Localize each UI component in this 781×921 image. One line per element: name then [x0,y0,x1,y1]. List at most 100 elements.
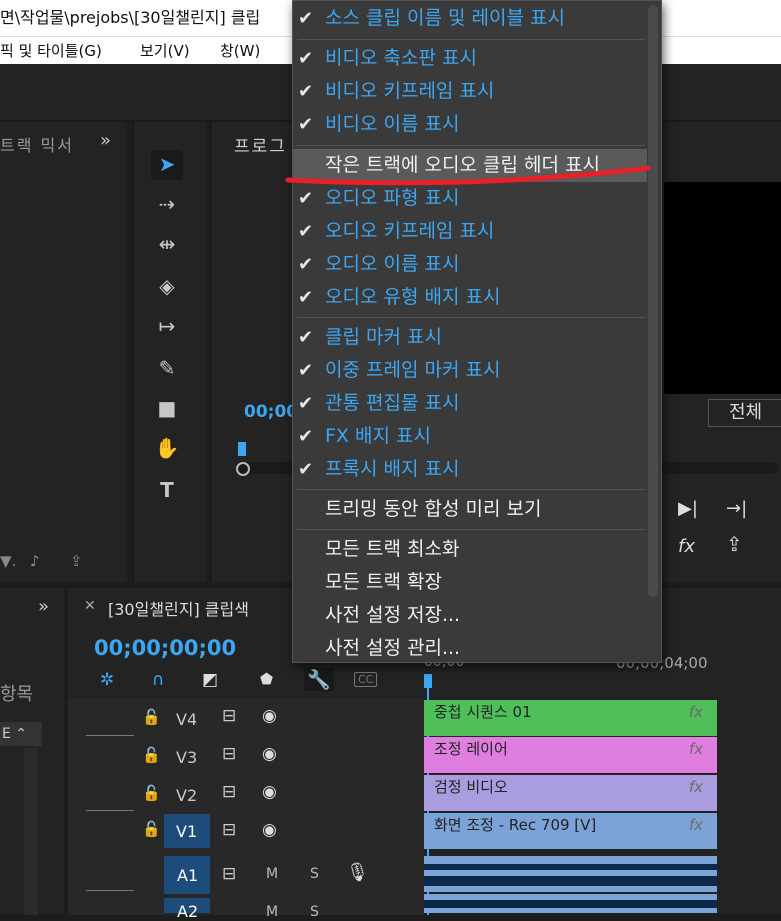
captions-icon[interactable]: CC [354,672,378,687]
menu-item-show-audio-names[interactable]: ✔ 오디오 이름 표시 [293,248,647,281]
add-marker-icon[interactable]: ⬟ [260,670,273,688]
menu-item-show-audio-keyframes[interactable]: ✔ 오디오 키프레임 표시 [293,215,647,248]
music-icon[interactable]: ♪ [30,552,40,570]
toggle-sync-icon[interactable]: ⊟ [222,706,236,726]
clip-nested-sequence[interactable]: 중첩 시퀀스 01 fx [424,700,717,736]
hand-tool-icon[interactable]: ✋ [151,434,183,464]
timeline-playhead[interactable] [424,674,432,688]
mute-button[interactable]: M [266,904,278,920]
project-expand-icon[interactable]: » [38,596,49,617]
wrench-settings-icon[interactable]: 🔧 [304,668,334,691]
rectangle-tool-icon[interactable]: ■ [151,394,183,424]
linked-selection-icon[interactable]: ◩ [202,670,218,690]
menu-separator [297,529,645,530]
clip-adjustment-layer[interactable]: 조정 레이어 fx [424,737,717,773]
ripple-edit-tool-icon[interactable]: ⇹ [151,230,183,260]
track-label-a1: A1 [177,866,199,885]
slip-tool-icon[interactable]: ↦ [151,312,183,342]
lock-icon[interactable]: 🔓 [142,784,161,802]
timeline-timecode[interactable]: 00;00;00;00 [94,636,236,660]
step-forward-icon[interactable]: ▶| [678,498,698,519]
scroll-handle[interactable] [236,462,250,476]
lock-icon[interactable]: 🔓 [142,820,161,838]
menu-item-label: 비디오 키프레임 표시 [325,80,495,102]
toggle-sync-icon[interactable]: ⊟ [222,864,236,884]
sequence-tab[interactable]: [30일챌린지] 클립색 [108,596,249,620]
program-playhead[interactable] [238,442,246,456]
program-timecode[interactable]: 00;00 [244,402,298,422]
solo-button[interactable]: S [310,866,319,882]
mute-button[interactable]: M [266,866,278,882]
menu-item-show-clip-markers[interactable]: ✔ 클립 마커 표시 [293,321,647,354]
menu-item-show-video-thumbnails[interactable]: ✔ 비디오 축소판 표시 [293,42,647,75]
menu-item-label: 모든 트랙 최소화 [325,538,460,560]
timeline-display-settings-menu: ✔ 소스 클립 이름 및 레이블 표시 ✔ 비디오 축소판 표시 ✔ 비디오 키프레임… [292,0,662,663]
eye-icon[interactable]: ◉ [262,820,277,840]
audio-waveform [424,876,717,886]
menu-item-label: 사전 설정 관리... [325,637,461,659]
menu-item-show-audio-type-badges[interactable]: ✔ 오디오 유형 배지 표시 [293,281,647,314]
razor-tool-icon[interactable]: ◈ [151,272,183,302]
menu-item-expand-all-tracks[interactable]: 모든 트랙 확장 [293,566,647,599]
menu-item-show-source-clip-names[interactable]: ✔ 소스 클립 이름 및 레이블 표시 [293,2,647,35]
audio-waveform [424,900,717,908]
clip-bars-and-tone-video[interactable]: 화면 조정 - Rec 709 [V] fx [424,813,717,849]
eye-icon[interactable]: ◉ [262,782,277,802]
pen-tool-icon[interactable]: ✎ [151,354,183,384]
sort-header[interactable]: E ⌃ [0,722,42,746]
track-label-v4: V4 [176,710,198,729]
project-scrollbar[interactable] [24,748,38,915]
menu-item-show-video-names[interactable]: ✔ 비디오 이름 표시 [293,108,647,141]
eye-icon[interactable]: ◉ [262,744,277,764]
program-panel-title: 프로그 [234,137,287,157]
track-label-a2: A2 [177,902,199,921]
track-divider [86,735,134,736]
clip-audio-a2[interactable] [424,894,717,913]
track-select-tool-icon[interactable]: ⇢ [151,190,183,220]
close-tab-icon[interactable]: ✕ [84,598,96,614]
menu-window[interactable]: 창(W) [220,37,260,65]
menu-item-label: 클립 마커 표시 [325,326,442,348]
menu-item-show-video-keyframes[interactable]: ✔ 비디오 키프레임 표시 [293,75,647,108]
menu-item-save-preset[interactable]: 사전 설정 저장... [293,599,647,632]
eye-icon[interactable]: ◉ [262,706,277,726]
menu-item-show-duplicate-frame-markers[interactable]: ✔ 이중 프레임 마커 표시 [293,354,647,387]
menu-item-show-proxy-badges[interactable]: ✔ 프록시 배지 표시 [293,453,647,486]
microphone-icon[interactable]: 🎙 [346,862,369,883]
menu-item-label: 비디오 이름 표시 [325,113,460,135]
solo-button[interactable]: S [310,904,319,920]
snap-icon[interactable]: ✲ [100,670,114,690]
toggle-sync-icon[interactable]: ⊟ [222,744,236,764]
lock-icon[interactable]: 🔓 [142,708,161,726]
menu-graphics[interactable]: 픽 및 타이틀(G) [0,37,102,65]
go-to-out-icon[interactable]: →| [726,498,747,519]
menu-item-label: 사전 설정 저장... [325,604,461,626]
menu-item-minimize-all-tracks[interactable]: 모든 트랙 최소화 [293,533,647,566]
clip-black-video[interactable]: 검정 비디오 fx [424,775,717,811]
clip-bars-and-tone-audio[interactable] [424,856,717,892]
export-icon[interactable]: ⇪ [70,552,83,570]
menu-item-label: FX 배지 표시 [325,425,431,447]
items-label: 항목 [0,684,34,705]
panel-expand-icon[interactable]: » [100,130,111,151]
magnet-icon[interactable]: ∩ [152,670,164,690]
selection-tool-icon[interactable]: ➤ [151,150,183,180]
check-icon: ✔ [298,8,314,29]
toggle-sync-icon[interactable]: ⊟ [222,820,236,840]
fx-icon[interactable]: fx [678,536,695,557]
menu-item-label: 트리밍 동안 합성 미리 보기 [325,498,542,520]
menu-item-manage-presets[interactable]: 사전 설정 관리... [293,632,647,665]
project-panel: » 항목 E ⌃ [0,586,64,915]
lock-icon[interactable]: 🔓 [142,746,161,764]
menu-item-show-fx-badges[interactable]: ✔ FX 배지 표시 [293,420,647,453]
filter-icon[interactable]: ▼. [0,552,16,570]
toggle-sync-icon[interactable]: ⊟ [222,782,236,802]
check-icon: ✔ [298,426,314,447]
menu-item-show-through-edits[interactable]: ✔ 관통 편집물 표시 [293,387,647,420]
menu-scrollbar[interactable] [648,5,658,597]
export-frame-icon[interactable]: ⇪ [726,532,743,556]
menu-view[interactable]: 보기(V) [140,37,190,65]
type-tool-icon[interactable]: T [151,476,183,506]
menu-item-composite-preview-during-trim[interactable]: 트리밍 동안 합성 미리 보기 [293,493,647,526]
zoom-select[interactable]: 전체 [708,399,781,427]
